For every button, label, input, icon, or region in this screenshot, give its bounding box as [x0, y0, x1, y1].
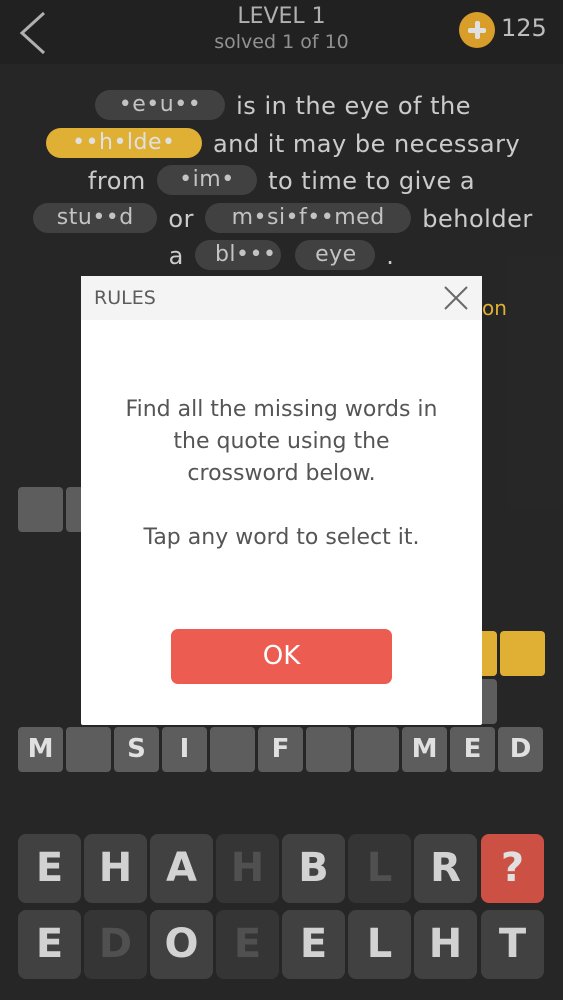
ok-button[interactable]: OK [171, 629, 392, 684]
rules-text: the quote using the [173, 429, 390, 454]
rules-text: Tap any word to select it. [143, 525, 420, 550]
dialog-header: RULES [81, 276, 482, 320]
game-screen: LEVEL 1 solved 1 of 10 125 •e•u•• is in … [0, 0, 563, 1000]
dialog-body: Find all the missing words in the quote … [81, 394, 482, 554]
rules-text: crossword below. [187, 461, 376, 486]
dialog-title: RULES [94, 287, 156, 309]
close-button[interactable] [442, 284, 470, 312]
rules-dialog: RULES Find all the missing words in the … [81, 276, 482, 725]
close-icon [444, 286, 468, 310]
rules-text: Find all the missing words in [125, 397, 438, 422]
